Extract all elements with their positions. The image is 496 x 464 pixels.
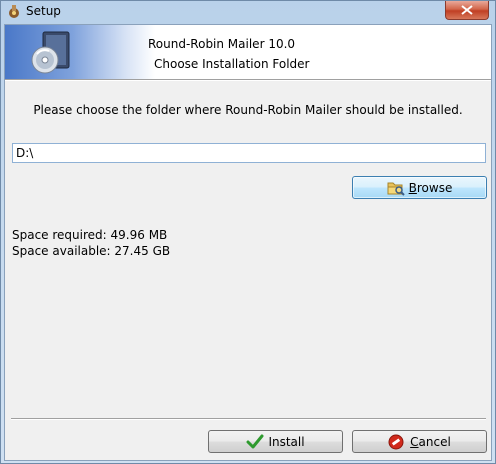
instruction-text: Please choose the folder where Round-Rob… xyxy=(33,103,463,117)
folder-icon xyxy=(387,182,405,196)
space-required-text: Space required: 49.96 MB xyxy=(12,228,168,242)
checkmark-icon xyxy=(246,434,264,449)
install-folder-input[interactable] xyxy=(12,143,486,163)
cd-install-icon xyxy=(27,30,73,79)
cancel-icon xyxy=(388,434,404,450)
close-button[interactable] xyxy=(445,1,489,20)
footer-divider xyxy=(11,418,486,420)
browse-button[interactable]: Browse xyxy=(352,176,487,199)
close-icon xyxy=(461,5,473,15)
wizard-header: Round-Robin Mailer 10.0 Choose Installat… xyxy=(5,25,491,79)
setup-window: Setup Round-Robin Mailer 10.0 Choose Ins… xyxy=(0,0,496,464)
window-title: Setup xyxy=(26,4,61,18)
header-title: Round-Robin Mailer 10.0 xyxy=(148,37,296,51)
wizard-client-area: Round-Robin Mailer 10.0 Choose Installat… xyxy=(4,24,492,461)
setup-app-icon xyxy=(6,4,22,20)
header-divider xyxy=(5,79,491,81)
install-button[interactable]: Install xyxy=(208,430,343,453)
browse-label: Browse xyxy=(408,181,453,195)
header-subtitle: Choose Installation Folder xyxy=(154,57,310,71)
title-bar[interactable]: Setup xyxy=(1,1,495,23)
cancel-label: Cancel xyxy=(410,435,451,449)
install-label: Install xyxy=(268,435,305,449)
cancel-button[interactable]: Cancel xyxy=(352,430,487,453)
space-available-text: Space available: 27.45 GB xyxy=(12,244,171,258)
